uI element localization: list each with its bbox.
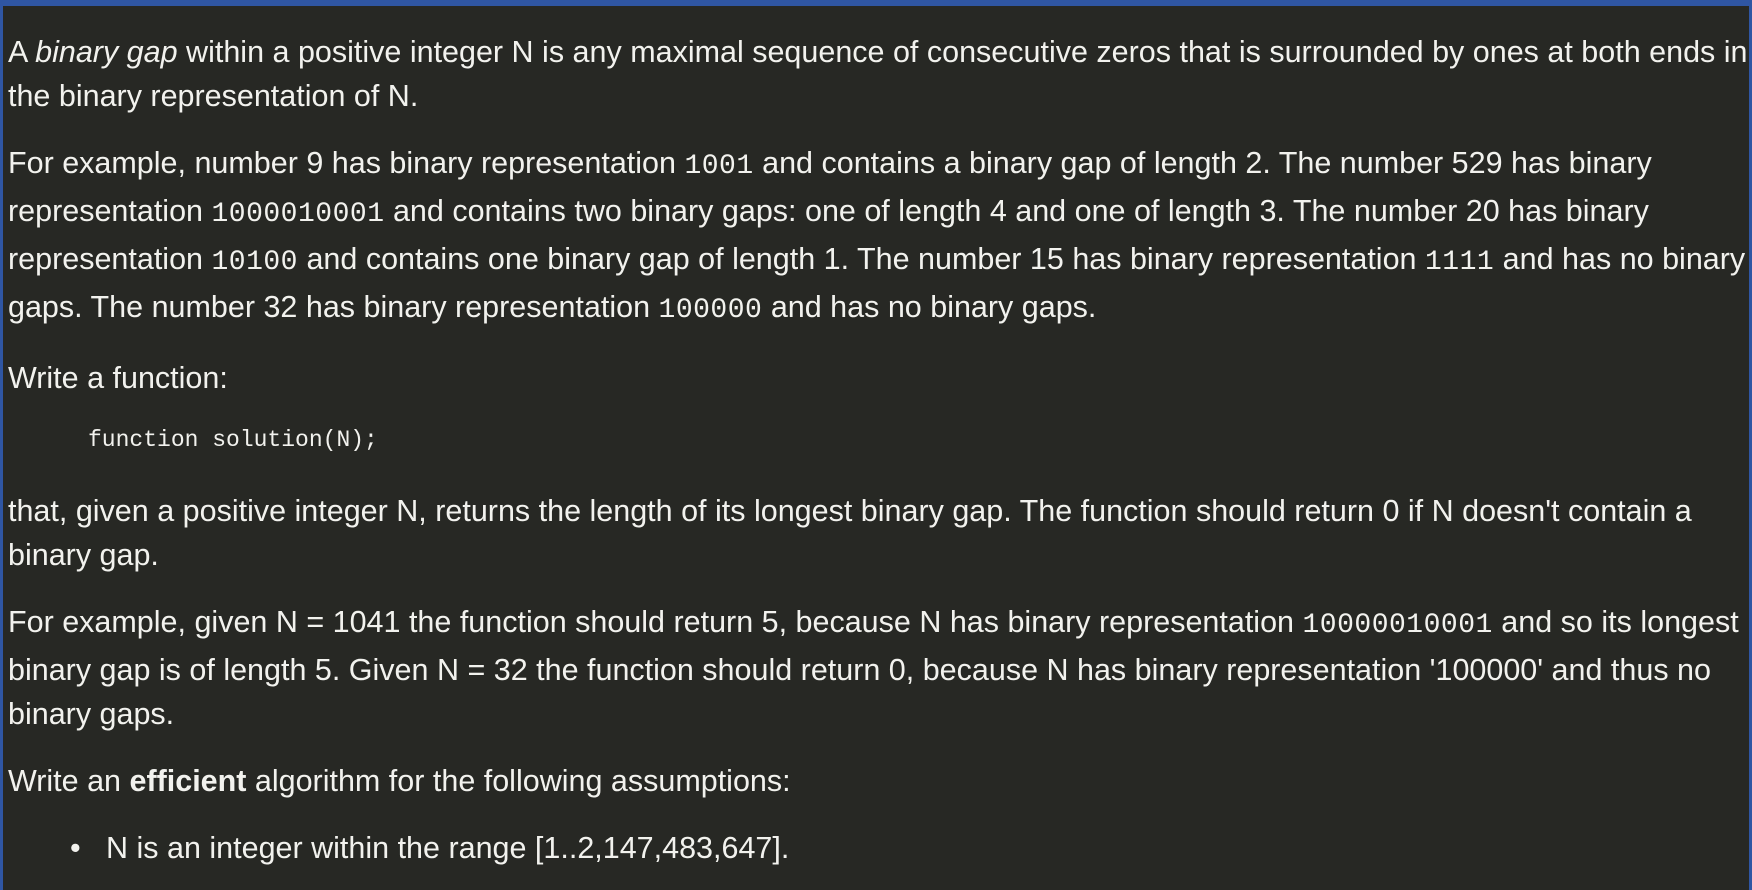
- example-1041-paragraph: For example, given N = 1041 the function…: [8, 600, 1750, 736]
- definition-text-end: within a positive integer N is any maxim…: [8, 35, 1748, 113]
- problem-frame: A binary gap within a positive integer N…: [0, 0, 1752, 890]
- assumption-range-text: N is an integer within the range [1..2,1…: [106, 831, 790, 865]
- binary-code-10000010001: 10000010001: [1302, 610, 1493, 641]
- binary-code-100000: 100000: [658, 295, 763, 326]
- binary-code-10100: 10100: [211, 247, 298, 278]
- definition-text-start: A: [8, 35, 36, 69]
- binary-code-1000010001: 1000010001: [211, 199, 385, 230]
- binary-gap-term: binary gap: [35, 35, 178, 69]
- assumptions-text-start: Write an: [8, 764, 130, 798]
- definition-paragraph: A binary gap within a positive integer N…: [8, 30, 1750, 118]
- example-text-1: For example, given N = 1041 the function…: [8, 605, 1303, 639]
- binary-code-1001: 1001: [684, 151, 754, 182]
- assumptions-list: • N is an integer within the range [1..2,…: [8, 826, 1750, 870]
- write-function-heading: Write a function:: [8, 361, 228, 395]
- function-signature-code: function solution(N);: [88, 427, 378, 453]
- examples-text-6: and has no binary gaps.: [762, 290, 1097, 324]
- function-description: that, given a positive integer N, return…: [8, 494, 1692, 572]
- efficient-term: efficient: [129, 764, 247, 798]
- bullet-icon: •: [70, 831, 81, 865]
- assumptions-heading: Write an efficient algorithm for the fol…: [8, 759, 1750, 803]
- problem-statement: A binary gap within a positive integer N…: [8, 30, 1750, 870]
- binary-code-1111: 1111: [1424, 247, 1495, 278]
- examples-paragraph: For example, number 9 has binary represe…: [8, 141, 1750, 333]
- list-item: • N is an integer within the range [1..2,…: [70, 826, 1750, 870]
- examples-text-4: and contains one binary gap of length 1.…: [297, 242, 1425, 276]
- examples-text-1: For example, number 9 has binary represe…: [8, 146, 685, 180]
- assumptions-text-end: algorithm for the following assumptions:: [246, 764, 791, 798]
